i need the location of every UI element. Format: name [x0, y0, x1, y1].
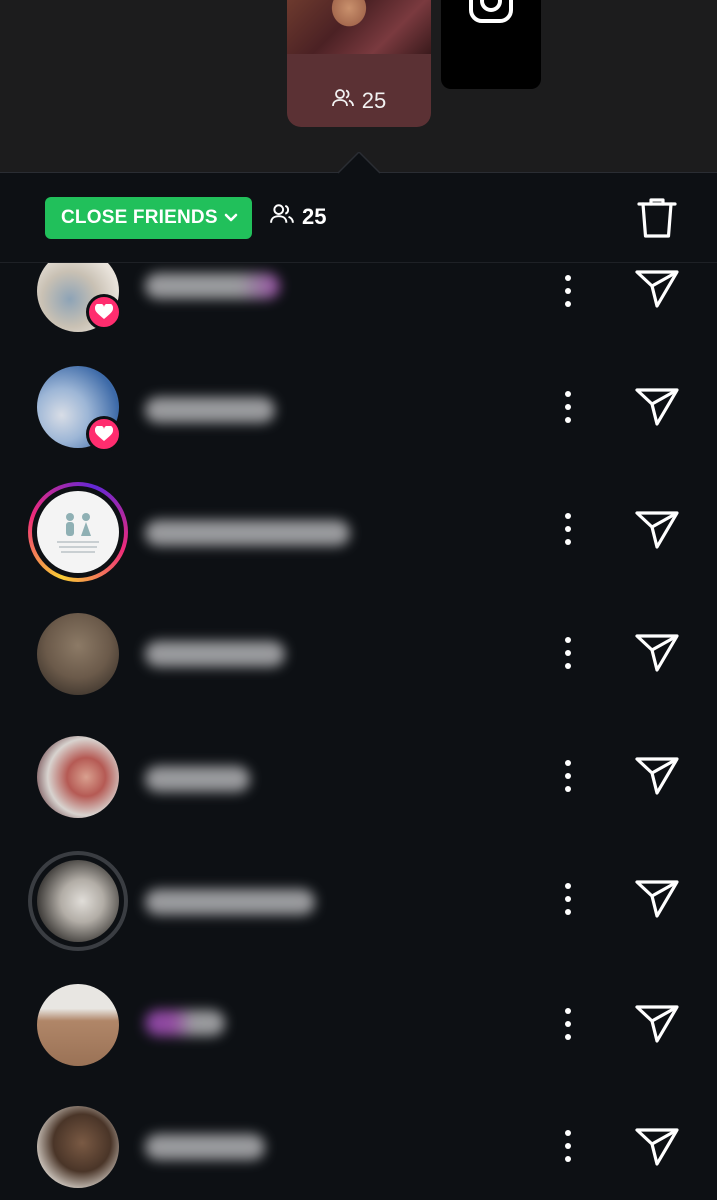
list-item[interactable] — [0, 353, 717, 476]
story-viewer-count: 25 — [287, 88, 431, 114]
more-options-button[interactable] — [558, 633, 578, 673]
send-icon — [635, 880, 679, 918]
send-icon — [635, 511, 679, 549]
send-button[interactable] — [634, 509, 680, 551]
heart-icon — [86, 416, 122, 452]
send-button[interactable] — [634, 268, 680, 310]
send-button[interactable] — [634, 632, 680, 674]
more-options-button[interactable] — [558, 387, 578, 427]
heart-icon — [86, 294, 122, 330]
send-icon — [635, 1128, 679, 1166]
list-item[interactable] — [0, 845, 717, 968]
avatar[interactable] — [37, 1106, 119, 1188]
username[interactable] — [145, 520, 350, 546]
story-thumbnail[interactable]: 25 — [287, 0, 431, 127]
people-icon — [270, 203, 294, 231]
send-icon — [635, 270, 679, 308]
list-item[interactable] — [0, 263, 717, 353]
username[interactable] — [145, 397, 275, 423]
send-icon — [635, 757, 679, 795]
avatar[interactable] — [37, 491, 119, 573]
delete-story-button[interactable] — [636, 196, 678, 245]
more-options-button[interactable] — [558, 1004, 578, 1044]
viewer-list[interactable] — [0, 263, 717, 1200]
viewer-count-value: 25 — [302, 204, 327, 229]
send-icon — [635, 1005, 679, 1043]
send-button[interactable] — [634, 1126, 680, 1168]
send-icon — [635, 634, 679, 672]
sheet-header: CLOSE FRIENDS 25 — [0, 173, 717, 263]
instagram-camera-icon — [469, 0, 513, 23]
username[interactable] — [145, 889, 315, 915]
list-item[interactable] — [0, 1091, 717, 1200]
send-icon — [635, 388, 679, 426]
avatar[interactable] — [37, 613, 119, 695]
list-item[interactable] — [0, 476, 717, 599]
list-item[interactable] — [0, 599, 717, 722]
avatar[interactable] — [37, 736, 119, 818]
send-button[interactable] — [634, 386, 680, 428]
list-item[interactable] — [0, 722, 717, 845]
username[interactable] — [145, 1010, 225, 1036]
username[interactable] — [145, 641, 285, 667]
more-options-button[interactable] — [558, 879, 578, 919]
people-icon — [331, 88, 354, 114]
avatar[interactable] — [37, 860, 119, 942]
username[interactable] — [145, 273, 280, 299]
send-button[interactable] — [634, 755, 680, 797]
more-options-button[interactable] — [558, 271, 578, 311]
chevron-down-icon — [224, 207, 238, 229]
story-viewer-count-value: 25 — [361, 88, 387, 113]
more-options-button[interactable] — [558, 509, 578, 549]
more-options-button[interactable] — [558, 756, 578, 796]
send-button[interactable] — [634, 1003, 680, 1045]
send-button[interactable] — [634, 878, 680, 920]
username[interactable] — [145, 1134, 265, 1160]
story-strip: 25 — [0, 0, 717, 172]
username[interactable] — [145, 766, 250, 792]
list-item[interactable] — [0, 968, 717, 1091]
add-story-tile[interactable] — [441, 0, 541, 89]
audience-label: CLOSE FRIENDS — [61, 207, 218, 228]
audience-dropdown-button[interactable]: CLOSE FRIENDS — [45, 197, 252, 239]
avatar[interactable] — [37, 984, 119, 1066]
story-image — [287, 0, 431, 54]
viewer-count: 25 — [270, 203, 326, 231]
more-options-button[interactable] — [558, 1126, 578, 1166]
trash-icon — [637, 198, 677, 238]
